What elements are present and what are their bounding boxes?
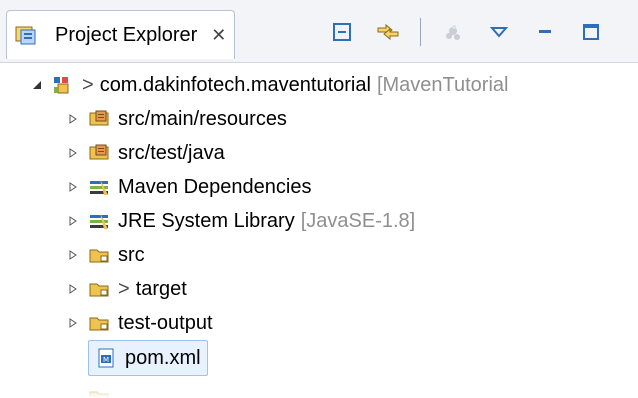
view-toolbar (328, 16, 605, 48)
tree-item-label: src/test/java (118, 141, 225, 164)
tree-item-label: Maven Dependencies (118, 175, 312, 198)
collapse-toggle-icon[interactable] (64, 246, 82, 264)
collapse-all-icon[interactable] (328, 18, 356, 46)
collapse-toggle-icon[interactable] (64, 144, 82, 162)
bottom-fade (0, 384, 638, 398)
view-tabbar: Project Explorer ✕ (0, 0, 638, 63)
tree-item-label: target (135, 277, 187, 300)
collapse-toggle-icon[interactable] (64, 178, 82, 196)
view-menu-icon[interactable] (485, 18, 513, 46)
tree-item-target-folder[interactable]: > target (64, 272, 187, 306)
toolbar-separator (420, 18, 421, 46)
collapse-toggle-icon[interactable] (64, 314, 82, 332)
tree-item-label: test-output (118, 311, 213, 334)
tree-item-label: JRE System Library (118, 209, 295, 232)
dirty-prefix: > (118, 277, 130, 300)
tree-item-label: pom.xml (125, 346, 201, 369)
project-decoration: [MavenTutorial (376, 73, 509, 96)
project-explorer-window: Project Explorer ✕ > com.dakinfotech.mav… (0, 0, 638, 398)
project-explorer-icon (15, 24, 37, 46)
view-title: Project Explorer (55, 23, 198, 46)
tree-item-label: src/main/resources (118, 107, 287, 130)
minimize-icon[interactable] (531, 18, 559, 46)
tree-item-src-folder[interactable]: src (64, 238, 145, 272)
folder-icon (88, 278, 110, 300)
project-tree: > com.dakinfotech.maventutorial [MavenTu… (0, 64, 638, 398)
collapse-toggle-icon[interactable] (64, 212, 82, 230)
folder-icon (88, 312, 110, 334)
tree-item-project-root[interactable]: > com.dakinfotech.maventutorial [MavenTu… (28, 68, 508, 102)
package-folder-icon (88, 108, 110, 130)
svg-text:M: M (103, 356, 109, 364)
tree-item-label: com.dakinfotech.maventutorial (99, 73, 371, 96)
maximize-icon[interactable] (577, 18, 605, 46)
tree-item-label: src (118, 243, 145, 266)
link-with-editor-icon[interactable] (374, 18, 402, 46)
xml-file-icon: M (95, 347, 117, 369)
focus-on-active-task-icon[interactable] (439, 18, 467, 46)
close-icon[interactable]: ✕ (211, 25, 226, 46)
expand-toggle-icon[interactable] (28, 76, 46, 94)
dirty-prefix: > (82, 73, 94, 96)
library-icon (88, 210, 110, 232)
library-icon (88, 176, 110, 198)
package-folder-icon (88, 142, 110, 164)
collapse-toggle-icon[interactable] (64, 280, 82, 298)
collapse-toggle-icon[interactable] (64, 110, 82, 128)
jre-version-decoration: [JavaSE-1.8] (300, 209, 416, 232)
project-explorer-tab[interactable]: Project Explorer ✕ (6, 10, 236, 59)
folder-icon (88, 244, 110, 266)
tree-item-jre-system-library[interactable]: JRE System Library [JavaSE-1.8] (64, 204, 415, 238)
maven-project-icon (52, 74, 74, 96)
tree-item-test-output-folder[interactable]: test-output (64, 306, 213, 340)
tree-item-src-test-java[interactable]: src/test/java (64, 136, 225, 170)
tree-item-maven-dependencies[interactable]: Maven Dependencies (64, 170, 311, 204)
tree-item-src-main-resources[interactable]: src/main/resources (64, 102, 287, 136)
tree-item-pom-xml[interactable]: M pom.xml (88, 340, 208, 376)
